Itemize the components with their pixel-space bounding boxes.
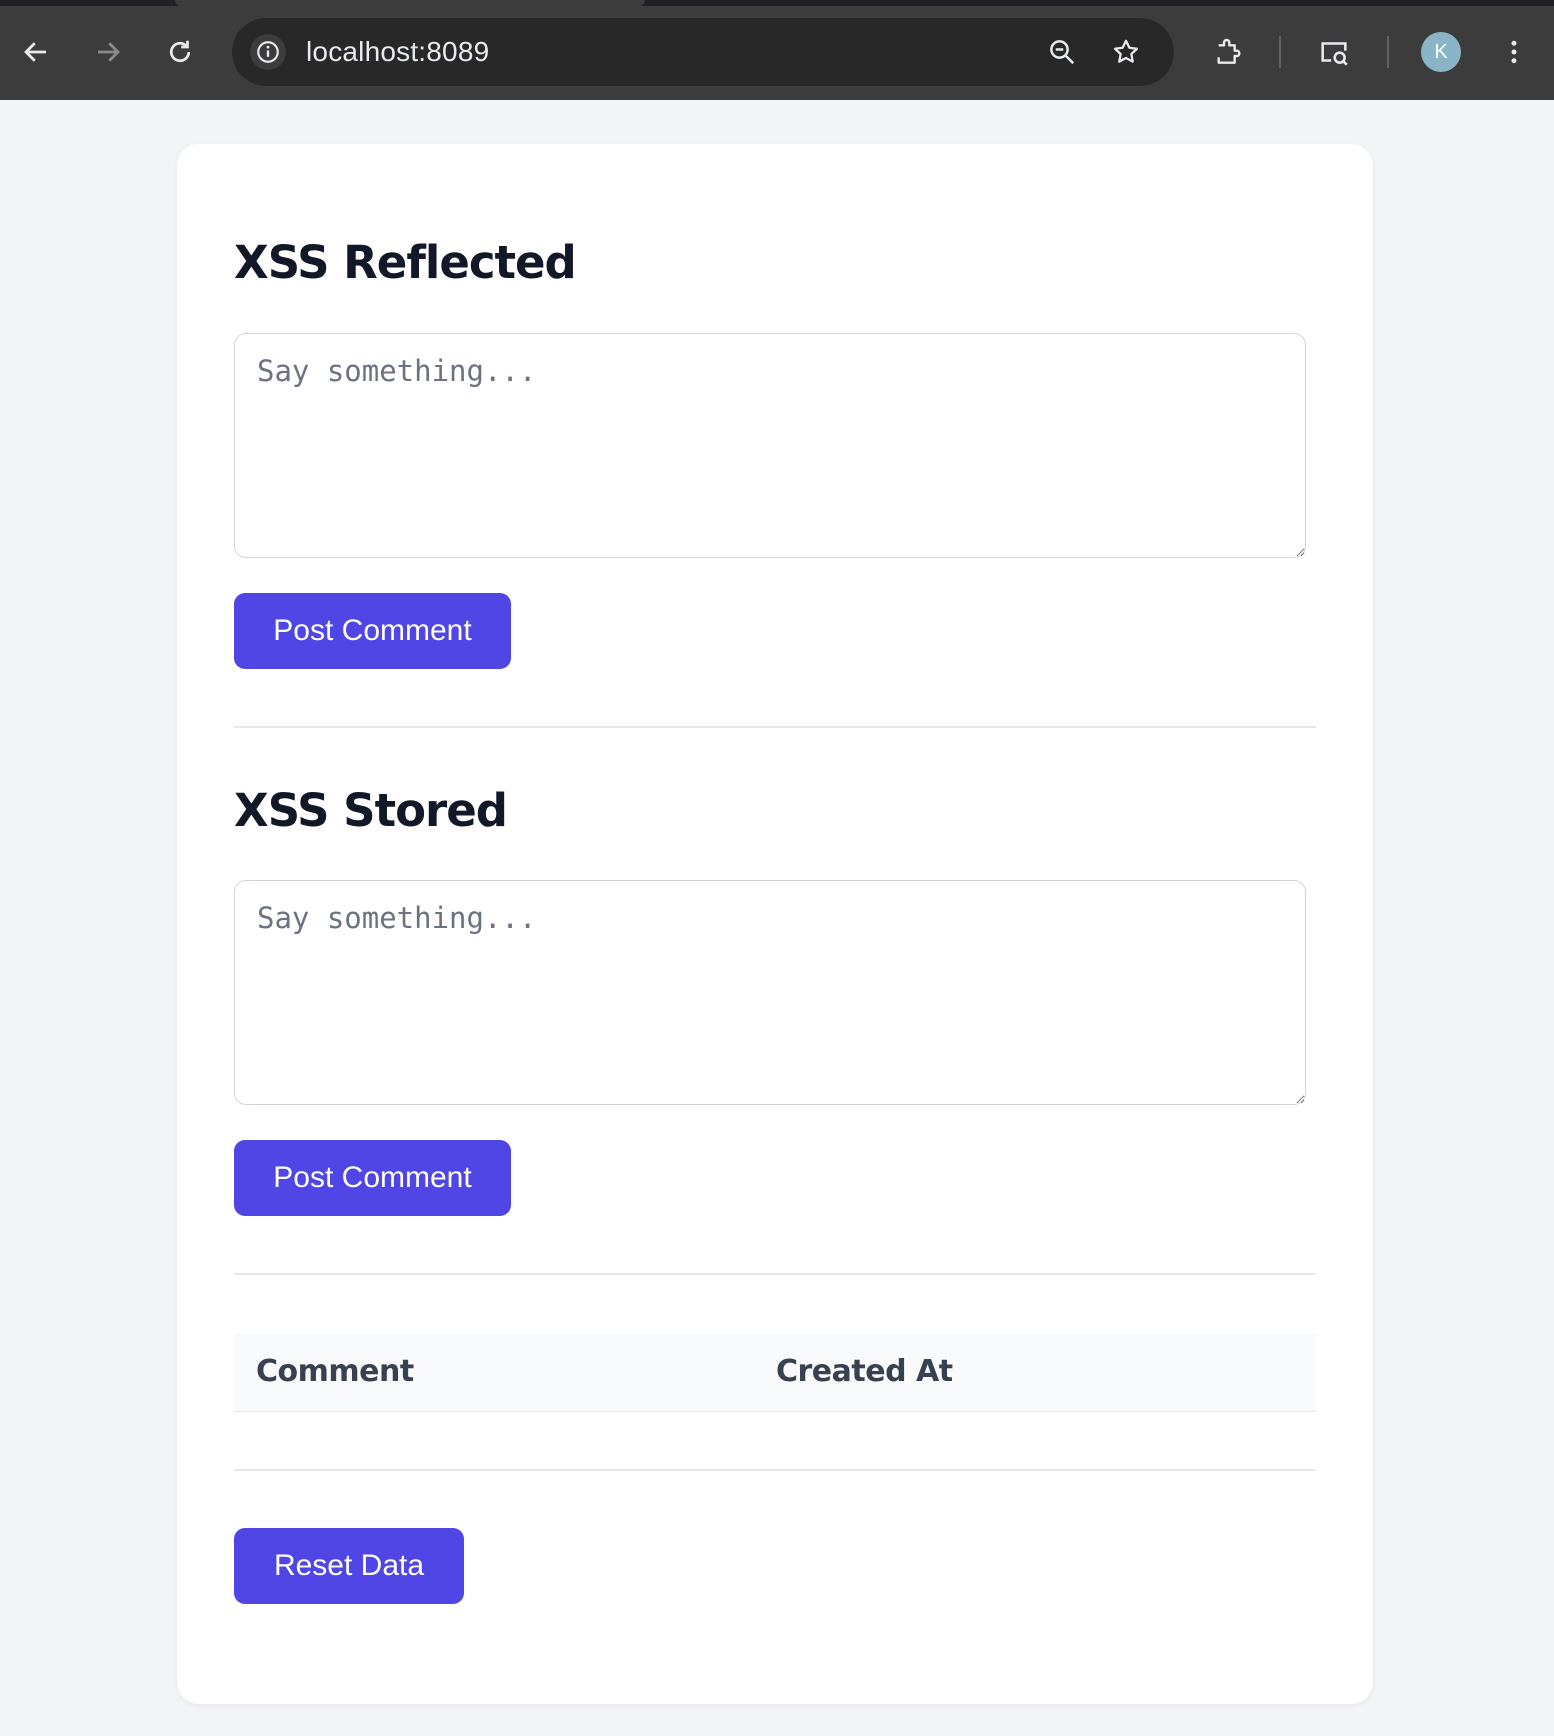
reflected-post-comment-button[interactable]: Post Comment: [234, 593, 511, 669]
column-header-created-at: Created At: [776, 1354, 953, 1389]
section-divider: [234, 726, 1316, 728]
cast-search-icon[interactable]: [1312, 30, 1356, 74]
section-divider: [234, 1273, 1316, 1275]
extensions-icon[interactable]: [1206, 30, 1250, 74]
stored-comment-textarea[interactable]: [234, 880, 1306, 1105]
reflected-comment-textarea[interactable]: [234, 333, 1306, 558]
star-icon[interactable]: [1108, 34, 1144, 70]
reset-data-button[interactable]: Reset Data: [234, 1528, 464, 1604]
table-bottom-divider: [234, 1469, 1316, 1471]
toolbar-separator: [1387, 36, 1389, 68]
info-icon[interactable]: [250, 34, 286, 70]
reload-icon[interactable]: [158, 30, 202, 74]
zoom-icon[interactable]: [1044, 34, 1080, 70]
stored-post-comment-button[interactable]: Post Comment: [234, 1140, 511, 1216]
comments-table-header: Comment Created At: [234, 1334, 1316, 1412]
stored-title: XSS Stored: [234, 784, 508, 837]
main-card: XSS Reflected Post Comment XSS Stored Po…: [177, 144, 1373, 1704]
back-arrow-icon[interactable]: [14, 30, 58, 74]
forward-arrow-icon[interactable]: [86, 30, 130, 74]
toolbar-separator: [1279, 36, 1281, 68]
browser-tab[interactable]: [175, 0, 645, 6]
reflected-title: XSS Reflected: [234, 236, 577, 289]
column-header-comment: Comment: [256, 1354, 414, 1389]
url-text[interactable]: localhost:8089: [306, 36, 489, 68]
address-bar[interactable]: localhost:8089: [232, 18, 1174, 86]
more-menu-icon[interactable]: [1492, 30, 1536, 74]
profile-avatar[interactable]: K: [1421, 32, 1461, 72]
browser-toolbar: localhost:8089 K: [0, 0, 1554, 100]
